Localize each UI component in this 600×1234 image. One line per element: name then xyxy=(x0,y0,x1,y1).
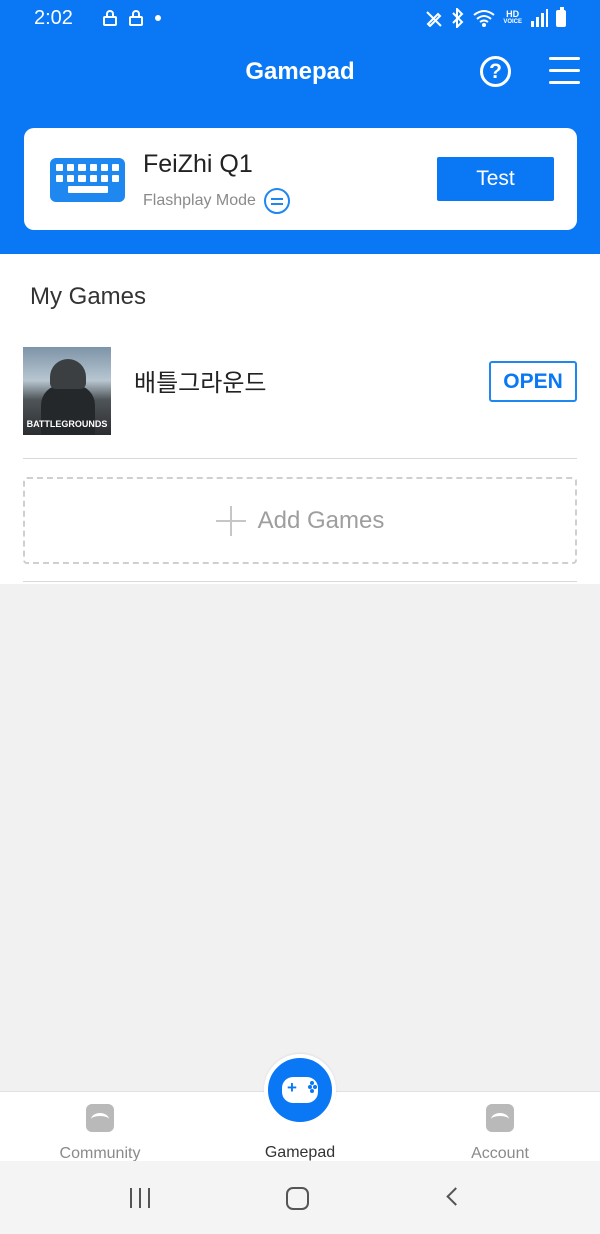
game-name: 배틀그라운드 xyxy=(134,369,267,397)
hd-voice-icon: HD VOICE xyxy=(503,10,522,26)
status-time: 2:02 xyxy=(34,6,73,29)
status-bar: 2:02 HD VOICE xyxy=(0,0,600,36)
dot-icon xyxy=(154,15,161,21)
test-button[interactable]: Test xyxy=(437,157,554,201)
gamepad-icon xyxy=(282,1077,318,1103)
hd-label: HD xyxy=(506,9,520,19)
nav-community[interactable]: Community xyxy=(0,1092,200,1162)
bluetooth-icon xyxy=(452,8,464,28)
add-games-label: Add Games xyxy=(257,506,385,534)
system-nav-bar xyxy=(0,1161,600,1234)
app-header: Gamepad ? FeiZhi Q1 Flashplay Mode Test xyxy=(0,36,600,254)
battery-icon xyxy=(556,6,566,27)
back-icon[interactable] xyxy=(446,1187,465,1206)
game-item[interactable]: BATTLEGROUNDS 배틀그라운드 OPEN xyxy=(23,347,577,459)
menu-icon[interactable] xyxy=(549,57,580,85)
nav-gamepad[interactable]: Gamepad xyxy=(200,1054,400,1162)
wifi-icon xyxy=(473,10,495,27)
open-button[interactable]: OPEN xyxy=(489,361,577,402)
my-games-title: My Games xyxy=(30,283,147,310)
game-thumbnail-text: BATTLEGROUNDS xyxy=(26,419,108,429)
nav-gamepad-label: Gamepad xyxy=(264,1144,336,1161)
divider xyxy=(23,581,577,582)
voice-label: VOICE xyxy=(503,19,522,25)
keyboard-icon xyxy=(50,158,125,202)
account-icon xyxy=(486,1104,514,1132)
device-card: FeiZhi Q1 Flashplay Mode Test xyxy=(24,128,577,230)
recents-icon[interactable] xyxy=(130,1188,152,1208)
add-games-button[interactable]: Add Games xyxy=(23,477,577,564)
nav-account[interactable]: Account xyxy=(400,1092,600,1162)
lock-icon xyxy=(102,10,117,26)
home-icon[interactable] xyxy=(286,1187,309,1210)
device-mode: Flashplay Mode xyxy=(143,192,256,209)
status-right-icons: HD VOICE xyxy=(425,6,566,28)
main-panel: My Games BATTLEGROUNDS 배틀그라운드 OPEN Add G… xyxy=(0,254,600,584)
plus-icon xyxy=(215,505,246,536)
pen-icon xyxy=(426,11,443,27)
gamepad-nav-button[interactable] xyxy=(264,1054,336,1126)
community-icon xyxy=(86,1104,114,1132)
bottom-nav: Community Gamepad Account xyxy=(0,1054,600,1162)
game-thumbnail[interactable]: BATTLEGROUNDS xyxy=(23,347,111,435)
status-left-icons xyxy=(102,10,161,26)
signal-icon xyxy=(531,9,548,27)
lock-icon xyxy=(128,10,143,26)
switch-mode-icon[interactable] xyxy=(264,188,290,214)
help-icon[interactable]: ? xyxy=(480,56,511,87)
device-name: FeiZhi Q1 xyxy=(143,150,253,178)
